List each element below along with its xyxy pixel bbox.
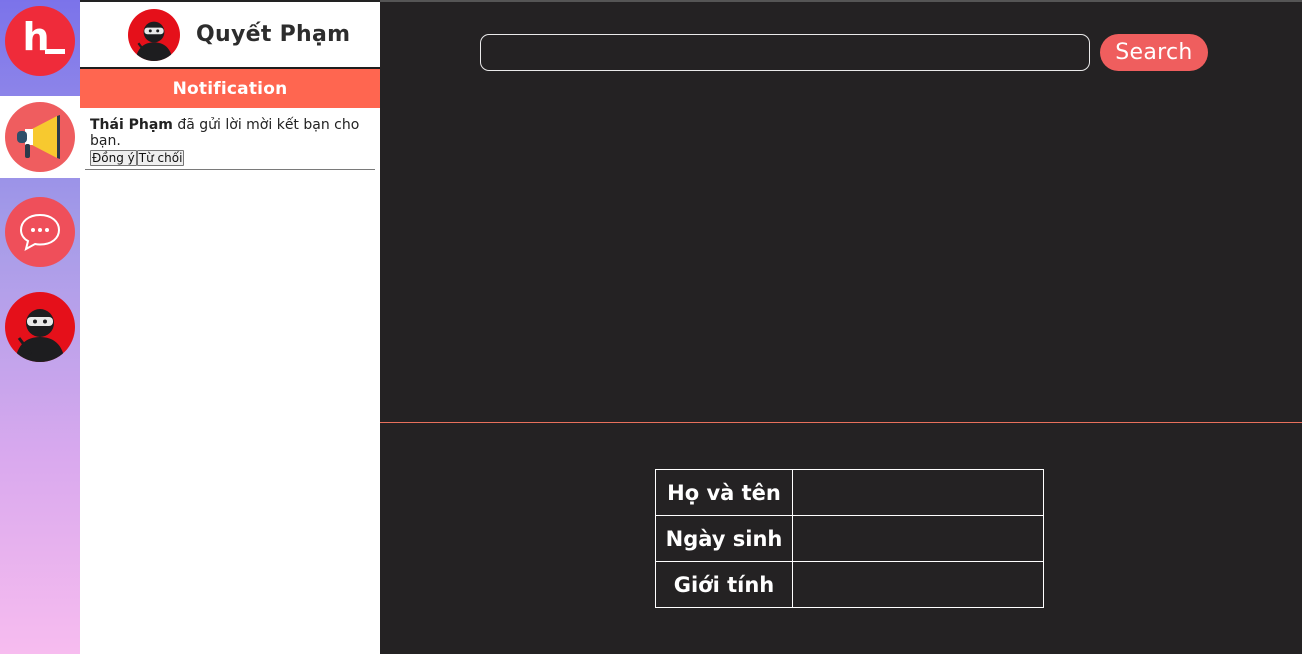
- profile-info-table: Họ và tên Ngày sinh Giới tính: [655, 469, 1044, 608]
- gender-label: Giới tính: [655, 561, 793, 608]
- notification-sender[interactable]: Thái Phạm: [90, 117, 173, 133]
- user-header: Quyết Phạm: [80, 2, 380, 69]
- ninja-avatar-icon: [135, 21, 173, 61]
- table-row: Ngày sinh: [655, 515, 1044, 562]
- main-content: Search Họ và tên Ngày sinh Giới tính: [380, 0, 1302, 654]
- notification-panel: Quyết Phạm Notification Thái Phạm đã gửi…: [80, 0, 380, 654]
- table-row: Họ và tên: [655, 469, 1044, 516]
- search-button[interactable]: Search: [1100, 34, 1208, 71]
- tab-notification[interactable]: Notification: [80, 69, 380, 108]
- section-divider: [380, 422, 1302, 423]
- ninja-avatar-icon: [15, 309, 65, 362]
- notification-actions: Đồng ý Từ chối: [90, 150, 370, 166]
- notification-text: Thái Phạm đã gửi lời mời kết bạn cho bạn…: [90, 117, 370, 149]
- megaphone-icon: [17, 115, 60, 159]
- rail-messages-button[interactable]: [5, 197, 75, 267]
- table-row: Giới tính: [655, 561, 1044, 608]
- search-input[interactable]: [480, 34, 1090, 71]
- app-rail: h: [0, 0, 80, 654]
- user-avatar[interactable]: [128, 8, 180, 61]
- notification-item: Thái Phạm đã gửi lời mời kết bạn cho bạn…: [85, 117, 375, 170]
- fullname-label: Họ và tên: [655, 469, 793, 516]
- accept-friend-button[interactable]: Đồng ý: [90, 150, 137, 166]
- app-logo[interactable]: h: [5, 6, 75, 76]
- logo-underscore: [45, 49, 65, 54]
- rail-profile-button[interactable]: [5, 292, 75, 362]
- birthdate-label: Ngày sinh: [655, 515, 793, 562]
- rail-notifications-button[interactable]: [5, 102, 75, 172]
- user-name: Quyết Phạm: [196, 22, 351, 47]
- gender-value: [792, 561, 1044, 608]
- decline-friend-button[interactable]: Từ chối: [136, 150, 185, 166]
- fullname-value: [792, 469, 1044, 516]
- birthdate-value: [792, 515, 1044, 562]
- chat-bubble-icon: [19, 213, 61, 251]
